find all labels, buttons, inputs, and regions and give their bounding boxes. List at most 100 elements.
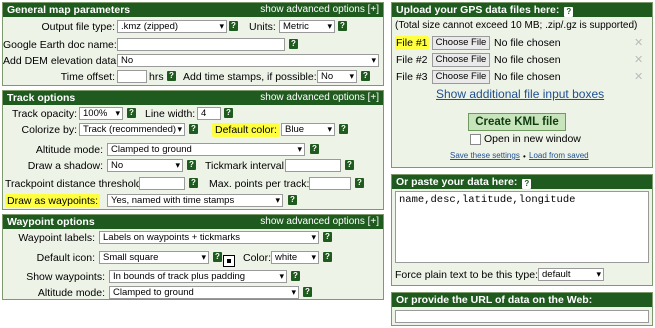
timestamps-label: Add time stamps, if possible: [183,71,317,83]
url-input[interactable] [395,310,649,323]
show-select[interactable]: In bounds of track plus padding [109,270,287,283]
file-2-label: File #2 [396,54,428,66]
upload-help-icon[interactable]: ? [564,7,574,17]
labels-label: Waypoint labels: [18,232,95,244]
track-advanced-link[interactable]: show advanced options [+] [260,91,379,105]
maxpoints-input[interactable] [309,177,351,190]
track-header: Track options show advanced options [+] [3,91,383,105]
upload-title: Upload your GPS data files here: [396,4,560,16]
doc-name-label: Google Earth doc name: [3,39,117,51]
labels-help-icon[interactable]: ? [323,232,332,242]
track-title: Track options [7,92,76,104]
opacity-help-icon[interactable]: ? [127,108,136,118]
shadow-select[interactable]: No [107,159,183,172]
track-altitude-help-icon[interactable]: ? [310,144,319,154]
distance-label: Trackpoint distance threshold: [5,178,145,190]
units-select[interactable]: Metric [279,20,335,33]
paste-title: Or paste your data here: [396,176,518,188]
url-title: Or provide the URL of data on the Web: [396,294,593,306]
icon-select[interactable]: Small square [99,251,209,264]
labels-select[interactable]: Labels on waypoints + tickmarks [99,231,319,244]
linewidth-help-icon[interactable]: ? [224,108,233,118]
linewidth-input[interactable]: 4 [197,107,221,120]
waypoint-advanced-link[interactable]: show advanced options [+] [260,215,379,229]
color-label: Color: [243,252,272,264]
file-3-choose-button[interactable]: Choose File [432,70,490,84]
opacity-label: Track opacity: [12,108,77,120]
timestamps-select[interactable]: No [317,70,357,83]
doc-name-input[interactable] [117,38,285,51]
linewidth-label: Line width: [145,108,196,120]
new-window-checkbox[interactable] [470,134,481,145]
maxpoints-help-icon[interactable]: ? [355,178,364,188]
color-select[interactable]: white [271,251,319,264]
default-color-label: Default color: [212,123,280,137]
tick-label: Tickmark interval: [205,160,287,172]
general-advanced-link[interactable]: show advanced options [+] [260,3,379,17]
track-panel: Track options show advanced options [+] … [2,90,384,210]
tick-input[interactable] [285,159,341,172]
distance-input[interactable] [139,177,185,190]
waypoint-panel: Waypoint options show advanced options [… [2,214,384,300]
timestamps-help-icon[interactable]: ? [361,71,370,81]
shadow-help-icon[interactable]: ? [187,160,196,170]
tick-help-icon[interactable]: ? [345,160,354,170]
track-altitude-select[interactable]: Clamped to ground [107,143,305,156]
load-saved-link[interactable]: Load from saved [529,151,589,160]
distance-help-icon[interactable]: ? [189,178,198,188]
file-1-choose-button[interactable]: Choose File [432,36,490,50]
wp-altitude-label: Altitude mode: [37,287,105,299]
general-panel: General map parameters show advanced opt… [2,2,384,86]
file-2-status: No file chosen [494,54,561,66]
opacity-select[interactable]: 100% [79,107,123,120]
offset-input[interactable] [117,70,147,83]
dem-select[interactable]: No [117,54,379,67]
paste-help-icon[interactable]: ? [522,179,532,189]
waypoints-select[interactable]: Yes, named with time stamps [107,194,283,207]
units-label: Units: [249,21,276,33]
wp-altitude-select[interactable]: Clamped to ground [109,286,299,299]
paste-header: Or paste your data here: ? [392,175,652,189]
waypoints-help-icon[interactable]: ? [288,195,297,205]
file-3-clear-icon[interactable]: ✕ [634,70,643,83]
units-help-icon[interactable]: ? [338,21,347,31]
icon-label: Default icon: [36,252,95,264]
url-panel: Or provide the URL of data on the Web: [391,292,653,326]
upload-header: Upload your GPS data files here: ? [392,3,652,17]
shadow-label: Draw a shadow: [27,160,103,172]
small-square-icon [223,255,235,267]
show-label: Show waypoints: [26,271,105,283]
url-header: Or provide the URL of data on the Web: [392,293,652,307]
colorize-select[interactable]: Track (recommended) [79,123,185,136]
output-select[interactable]: .kmz (zipped) [117,20,227,33]
waypoints-label: Draw as waypoints: [5,194,101,208]
create-kml-button[interactable]: Create KML file [468,113,566,131]
icon-help-icon[interactable]: ? [213,252,222,262]
color-help-icon[interactable]: ? [323,252,332,262]
paste-textarea[interactable]: name,desc,latitude,longitude [395,191,649,263]
file-1-status: No file chosen [494,37,561,49]
file-1-clear-icon[interactable]: ✕ [634,36,643,49]
offset-unit: hrs [149,71,164,83]
more-files-link[interactable]: Show additional file input boxes [436,87,604,101]
default-color-help-icon[interactable]: ? [339,124,348,134]
doc-name-help-icon[interactable]: ? [289,39,298,49]
track-altitude-label: Altitude mode: [35,144,103,156]
paste-panel: Or paste your data here: ? name,desc,lat… [391,174,653,286]
general-header: General map parameters show advanced opt… [3,3,383,17]
save-settings-link[interactable]: Save these settings [450,151,520,160]
output-help-icon[interactable]: ? [229,21,238,31]
offset-label: Time offset: [60,71,115,83]
offset-help-icon[interactable]: ? [167,71,176,81]
new-window-label: Open in new window [484,133,581,145]
upload-panel: Upload your GPS data files here: ? (Tota… [391,2,653,168]
file-2-choose-button[interactable]: Choose File [432,53,490,67]
show-help-icon[interactable]: ? [291,271,300,281]
wp-altitude-help-icon[interactable]: ? [303,287,312,297]
colorize-help-icon[interactable]: ? [189,124,198,134]
waypoint-header: Waypoint options show advanced options [… [3,215,383,229]
file-2-clear-icon[interactable]: ✕ [634,53,643,66]
force-type-label: Force plain text to be this type: [395,269,538,281]
force-type-select[interactable]: default [538,268,604,281]
default-color-select[interactable]: Blue [281,123,335,136]
